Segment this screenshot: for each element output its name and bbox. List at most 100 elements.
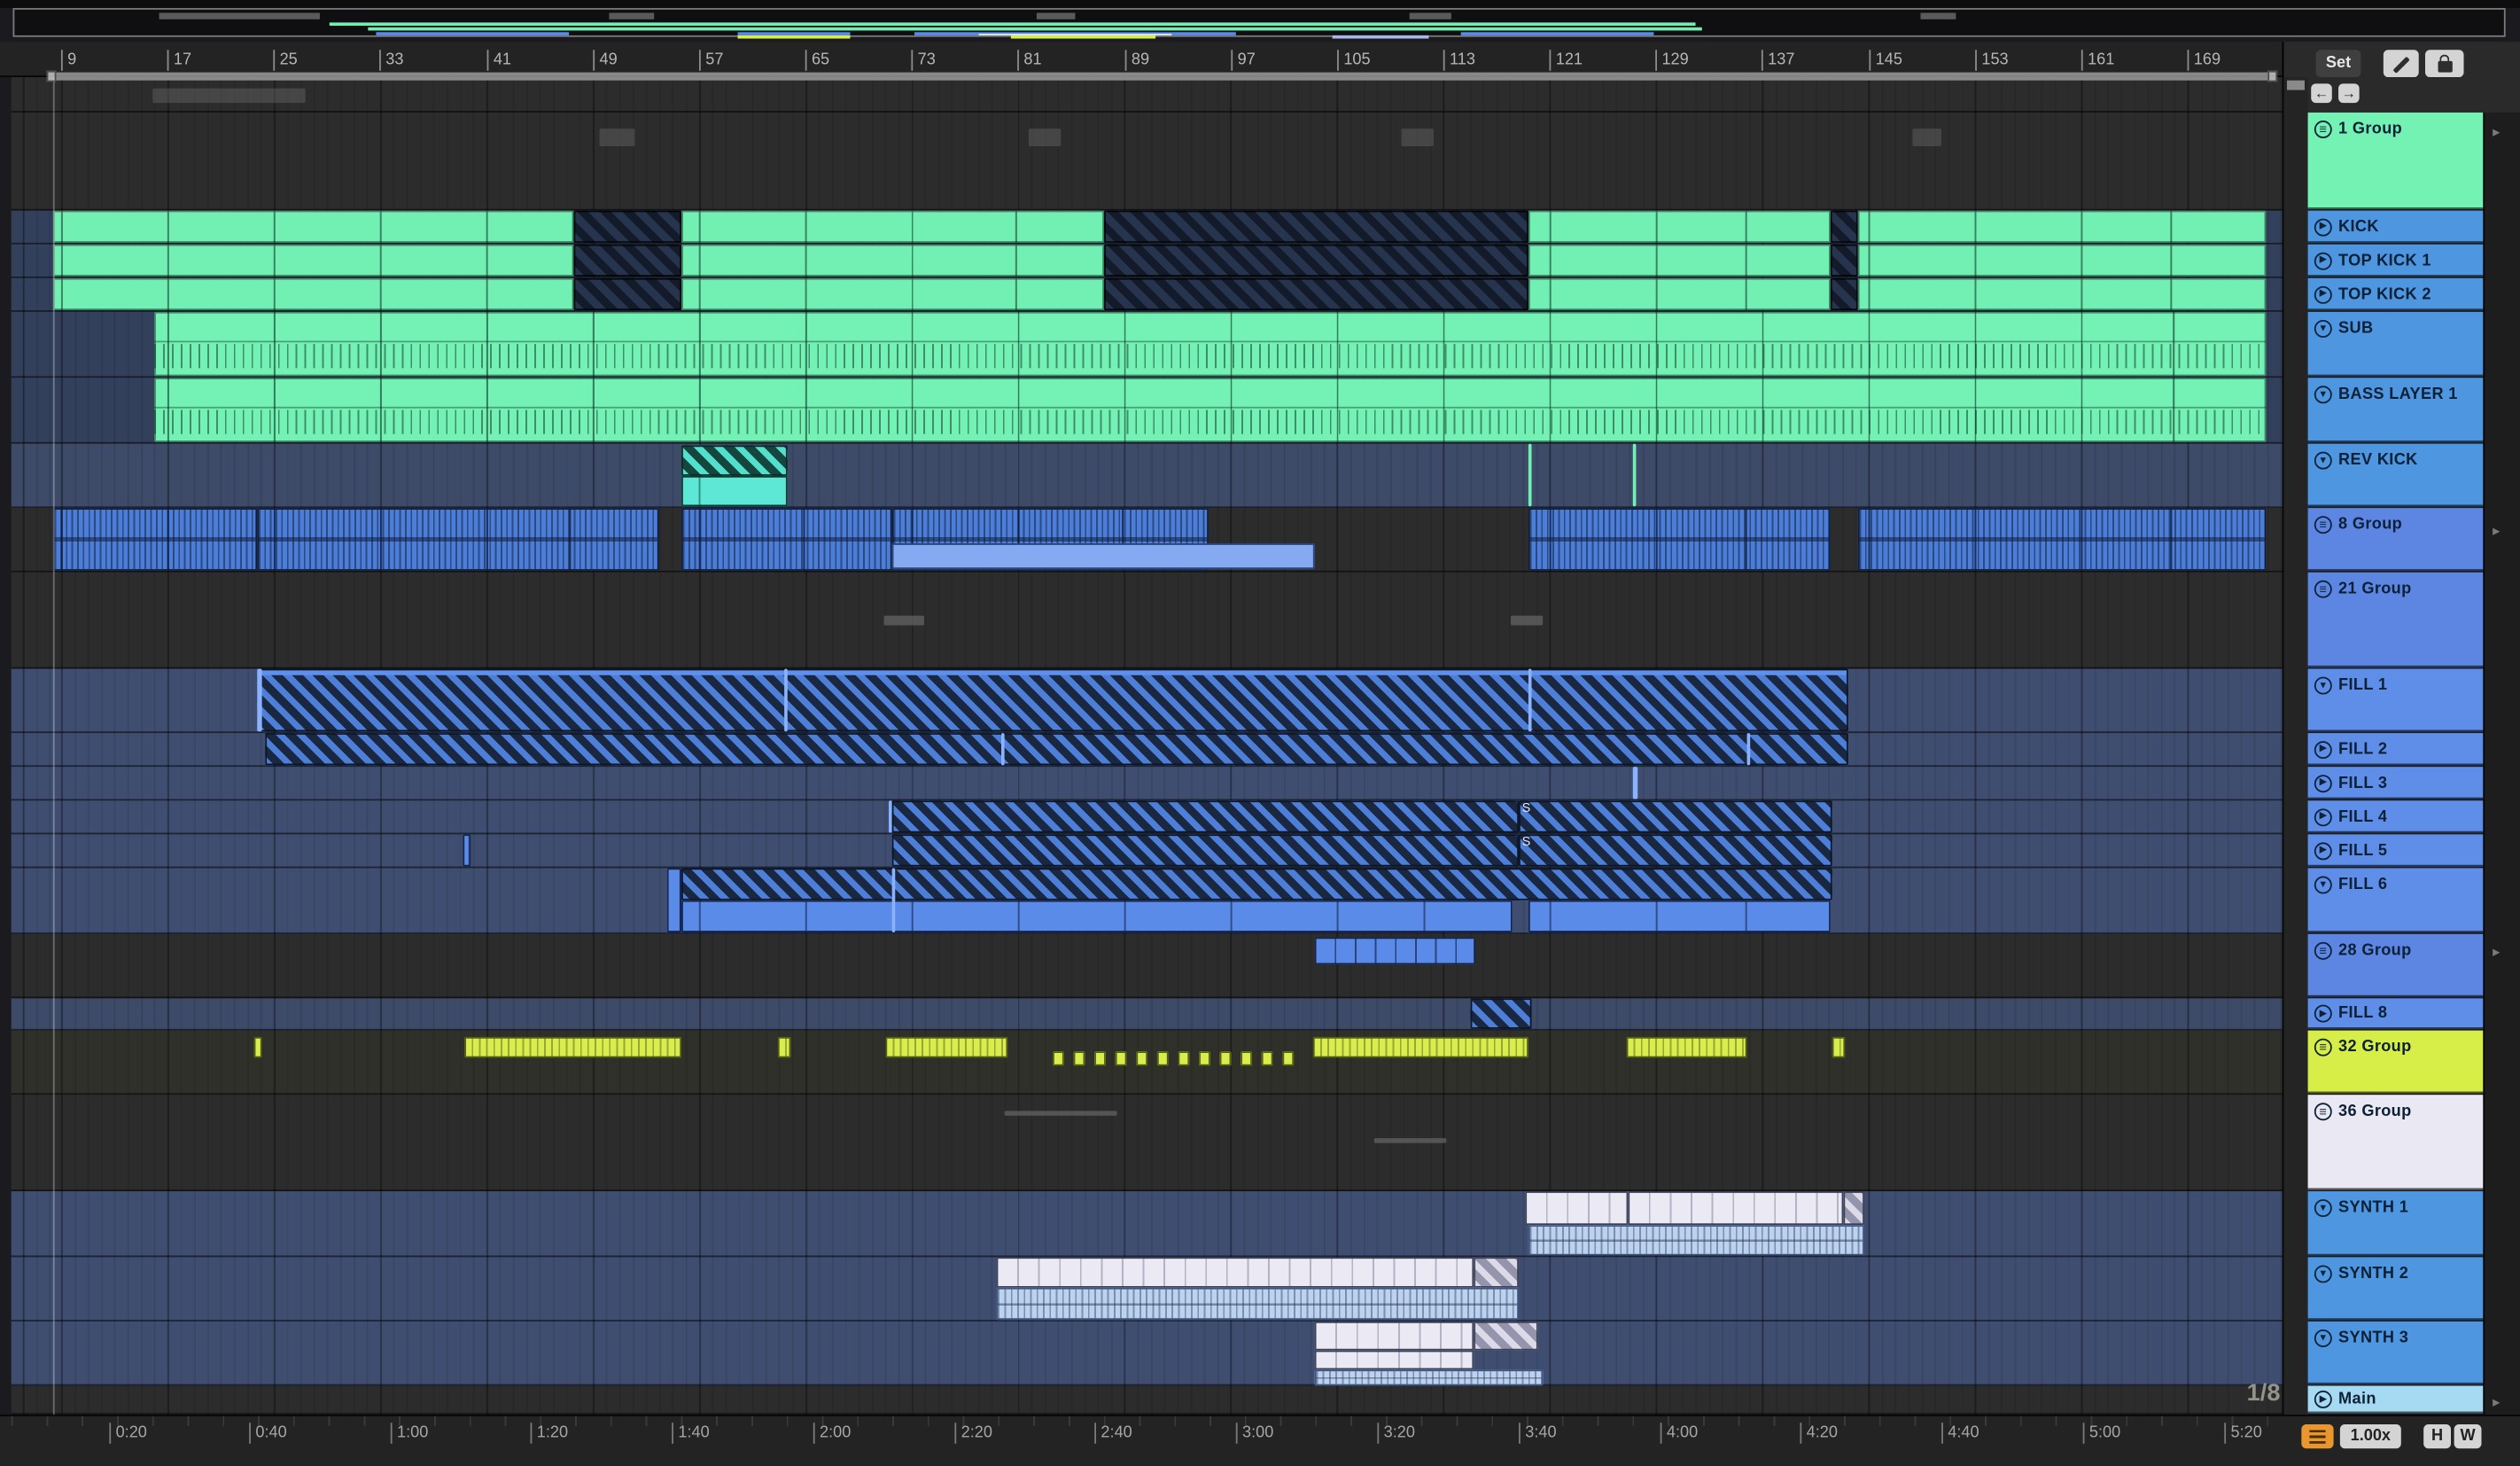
clip[interactable] [573, 277, 682, 311]
zoom-width-button[interactable]: W [2454, 1424, 2482, 1449]
panel-collapse-arrow[interactable]: ▸ [2493, 1394, 2500, 1409]
clip[interactable] [154, 311, 2267, 377]
track-header-group28[interactable]: ≡ 28 Group [2307, 933, 2484, 997]
track-header-synth3[interactable]: ▼ SYNTH 3 [2307, 1321, 2484, 1384]
panel-collapse-arrow[interactable]: ▸ [2493, 125, 2500, 139]
back-button[interactable]: ← [2311, 83, 2332, 104]
clip[interactable] [1314, 937, 1476, 965]
clip[interactable] [681, 900, 1513, 932]
clip[interactable] [1528, 277, 1831, 311]
clip[interactable] [681, 277, 1105, 311]
clip[interactable] [681, 868, 1832, 901]
clip[interactable] [1004, 1111, 1117, 1116]
panel-collapse-arrow[interactable]: ▸ [2493, 945, 2500, 960]
clip[interactable] [1857, 244, 2267, 277]
track-header-group36[interactable]: ≡ 36 Group [2307, 1095, 2484, 1190]
clip[interactable] [1510, 615, 1544, 626]
clip[interactable] [891, 543, 1315, 570]
clip[interactable] [1830, 210, 1858, 243]
clip[interactable] [253, 1036, 262, 1058]
clip[interactable] [1219, 1051, 1232, 1066]
track-header-bass1[interactable]: ▼ BASS LAYER 1 [2307, 378, 2484, 442]
clip[interactable] [265, 733, 1848, 766]
clip[interactable] [52, 210, 574, 243]
clip[interactable] [52, 508, 258, 571]
clip[interactable] [1528, 1225, 1864, 1256]
clip[interactable] [1073, 1051, 1085, 1066]
time-ruler[interactable]: 1.00x H W 0:20 0:40 1:00 1:20 1:40 2:00 2:20 2:… [0, 1415, 2520, 1466]
track-lane-group36[interactable] [11, 1095, 2283, 1192]
clip[interactable] [1401, 129, 1434, 147]
vertical-scrollbar[interactable] [2282, 77, 2308, 1415]
set-button[interactable]: Set [2315, 50, 2361, 78]
vertical-scroll-handle[interactable] [2287, 80, 2305, 90]
clip[interactable] [1282, 1051, 1295, 1066]
track-header-main[interactable]: ▶ Main [2307, 1385, 2484, 1414]
clip[interactable] [1628, 1191, 1844, 1226]
horizontal-zoom-scrollbar[interactable] [46, 70, 2278, 82]
track-header-topkick1[interactable]: ▶ TOP KICK 1 [2307, 244, 2484, 277]
zoom-height-button[interactable]: H [2423, 1424, 2452, 1449]
clip[interactable] [891, 834, 1520, 867]
clip[interactable] [1528, 443, 1532, 507]
clip[interactable] [1857, 210, 2267, 243]
clip[interactable] [1832, 1036, 1846, 1058]
clip[interactable] [1104, 277, 1528, 311]
clip[interactable] [1241, 1051, 1252, 1066]
clip[interactable] [681, 210, 1105, 243]
clip[interactable] [1626, 1036, 1747, 1058]
clip[interactable] [1632, 443, 1637, 507]
track-header-sub[interactable]: ▼ SUB [2307, 311, 2484, 377]
clip[interactable] [1528, 668, 1532, 732]
clip[interactable] [1094, 1051, 1106, 1066]
clip[interactable] [1632, 767, 1638, 799]
track-lane-fill8[interactable] [11, 998, 2283, 1031]
clip[interactable] [1104, 210, 1528, 243]
playhead[interactable] [52, 77, 55, 1415]
track-header-group32[interactable]: ≡ 32 Group [2307, 1030, 2484, 1094]
clip[interactable] [891, 868, 896, 932]
track-lane-synth1[interactable] [11, 1191, 2283, 1258]
track-header-synth2[interactable]: ▼ SYNTH 2 [2307, 1257, 2484, 1321]
clip[interactable] [681, 475, 788, 507]
lock-button[interactable] [2424, 50, 2464, 78]
clip[interactable] [666, 868, 682, 932]
clip[interactable] [1314, 1369, 1544, 1386]
clip[interactable] [1136, 1051, 1148, 1066]
track-header-fill5[interactable]: ▶ FILL 5 [2307, 834, 2484, 867]
track-header-fill4[interactable]: ▶ FILL 4 [2307, 800, 2484, 833]
clip[interactable] [1528, 244, 1831, 277]
clip[interactable] [52, 277, 574, 311]
track-header-fill2[interactable]: ▶ FILL 2 [2307, 733, 2484, 766]
clip[interactable] [1830, 277, 1858, 311]
clip[interactable] [1178, 1051, 1190, 1066]
clip[interactable] [1528, 900, 1831, 932]
clip[interactable] [1373, 1138, 1447, 1143]
track-lane-group28[interactable] [11, 933, 2283, 999]
track-header-synth1[interactable]: ▼ SYNTH 1 [2307, 1191, 2484, 1256]
clip[interactable] [1000, 733, 1005, 766]
panel-collapse-arrow[interactable]: ▸ [2493, 523, 2500, 538]
track-header-kick[interactable]: ▶ KICK [2307, 210, 2484, 243]
clip[interactable] [1746, 733, 1751, 766]
clip[interactable] [1830, 244, 1858, 277]
track-header-topkick2[interactable]: ▶ TOP KICK 2 [2307, 277, 2484, 311]
clip[interactable] [681, 244, 1105, 277]
clip[interactable] [1104, 244, 1528, 277]
clip[interactable] [1528, 508, 1831, 571]
track-lane-revkick[interactable] [11, 443, 2283, 509]
clip[interactable] [891, 800, 1520, 833]
track-header-revkick[interactable]: ▼ REV KICK [2307, 443, 2484, 507]
clip[interactable] [463, 834, 471, 867]
clip[interactable] [1053, 1051, 1064, 1066]
clip[interactable] [996, 1287, 1520, 1321]
clip[interactable] [1843, 1191, 1864, 1226]
playback-speed-button[interactable]: 1.00x [2339, 1424, 2401, 1449]
clip[interactable] [1912, 129, 1942, 147]
track-header-fill8[interactable]: ▶ FILL 8 [2307, 998, 2484, 1029]
clip[interactable] [52, 244, 574, 277]
forward-button[interactable]: → [2338, 83, 2360, 104]
clip[interactable] [784, 668, 788, 732]
track-lane-spacer[interactable] [11, 77, 2283, 113]
clip[interactable] [1312, 1036, 1528, 1058]
